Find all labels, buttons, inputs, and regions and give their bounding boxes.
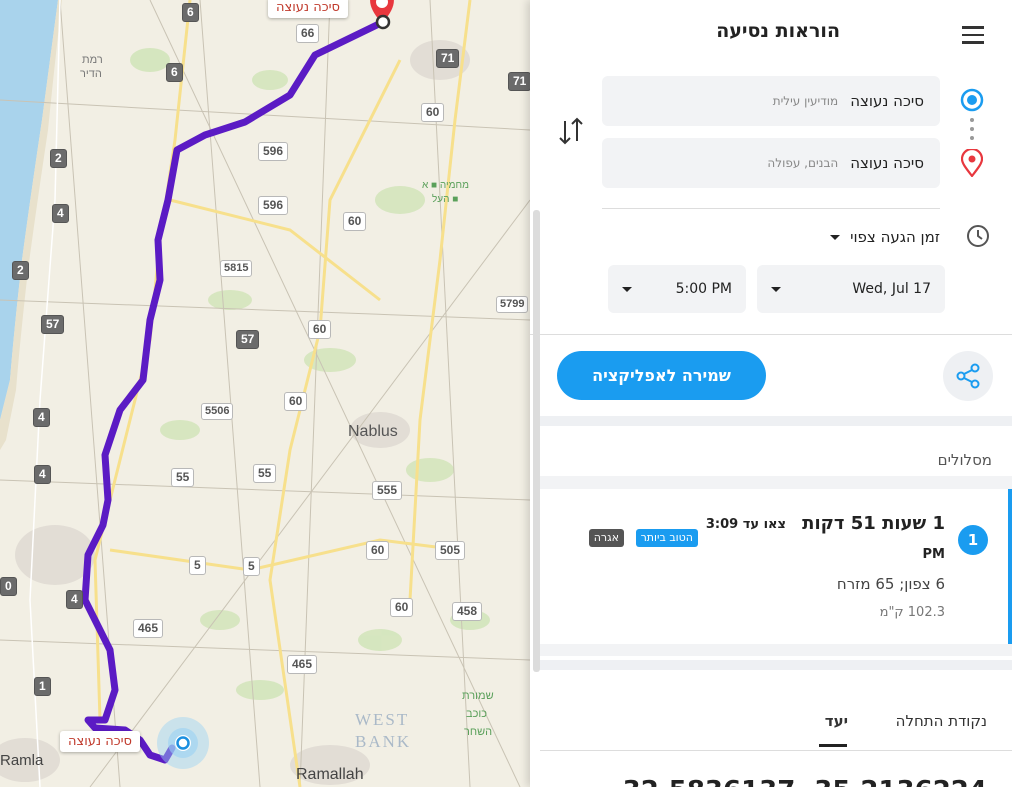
destination-field-value: סיכה נעוצה [850, 154, 924, 172]
road-shield: 5815 [220, 260, 253, 277]
city-label-ramla: Ramla [0, 752, 44, 769]
road-shield: 1 [34, 677, 51, 696]
road-shield: 55 [171, 468, 195, 487]
route-leave-by: צאו עד 3:09 [705, 517, 786, 532]
time-mode-select[interactable]: זמן הגעה צפוי [830, 228, 940, 246]
road-shield: 60 [366, 541, 390, 560]
origin-field-sub: מודיעין עילית [772, 94, 839, 108]
city-label-ramallah: Ramallah [296, 766, 364, 783]
share-button[interactable] [943, 351, 993, 401]
map-canvas [0, 0, 530, 787]
origin-marker-icon [960, 88, 984, 112]
directions-panel: הוראות נסיעה סיכה נעוצה מודיעין עילית סי… [530, 0, 1012, 787]
map-label: שמורת [462, 690, 494, 702]
city-label-nablus: Nablus [348, 423, 398, 440]
chevron-down-icon [622, 286, 632, 292]
road-shield: 60 [284, 392, 308, 411]
road-shield: 0 [0, 577, 17, 596]
connector-dots-icon [970, 118, 974, 140]
road-shield: 6 [182, 3, 199, 22]
clock-icon [967, 225, 989, 247]
save-to-app-button[interactable]: שמירה לאפליקציה [557, 351, 766, 400]
road-shield: 555 [372, 481, 403, 500]
section-separator [540, 660, 1012, 670]
section-separator [540, 416, 1012, 426]
road-shield: 465 [133, 619, 164, 638]
road-shield: 465 [287, 655, 318, 674]
map-label: הדיר [80, 68, 102, 80]
share-icon [956, 363, 980, 389]
time-mode-label: זמן הגעה צפוי [850, 228, 940, 246]
road-shield: 71 [436, 49, 460, 68]
route-via: 6 צפון; 65 מזרח [836, 575, 945, 593]
chevron-down-icon [771, 286, 781, 292]
road-shield: 2 [12, 261, 29, 280]
swap-icon[interactable] [556, 115, 586, 147]
menu-icon[interactable] [962, 26, 984, 44]
divider [530, 334, 1012, 335]
date-value: Wed, Jul 17 [852, 281, 931, 297]
destination-field-sub: הבנים, עפולה [767, 156, 839, 170]
route-card[interactable]: 1 1 שעות 51 דקות צאו עד 3:09 PM הטוב ביו… [540, 489, 1012, 644]
road-shield: 60 [390, 598, 414, 617]
road-shield: 71 [508, 72, 530, 91]
route-duration: 1 שעות 51 דקות [802, 513, 945, 534]
road-shield: 2 [50, 149, 67, 168]
time-select[interactable]: 5:00 PM [608, 265, 746, 313]
road-shield: 66 [296, 24, 320, 43]
panel-title: הוראות נסיעה [716, 20, 840, 42]
date-select[interactable]: Wed, Jul 17 [757, 265, 945, 313]
coordinates-text: 32.5836137, 35.2136224 [623, 776, 987, 787]
road-shield: 60 [421, 103, 445, 122]
map-label: כוכב [466, 708, 487, 720]
destination-marker-icon [961, 149, 983, 177]
destination-pin-label[interactable]: סיכה נעוצה [268, 0, 348, 18]
road-shield: 6 [166, 63, 183, 82]
tab-start-point[interactable]: נקודת התחלה [896, 712, 987, 730]
origin-field[interactable]: סיכה נעוצה מודיעין עילית [602, 76, 940, 126]
road-shield: 57 [236, 330, 260, 349]
map-label: העל ■ [432, 194, 459, 205]
chevron-down-icon [830, 234, 841, 240]
region-label-west: WEST [355, 710, 410, 729]
scrollbar[interactable] [533, 210, 540, 672]
road-shield: 5 [189, 556, 206, 575]
routes-heading: מסלולים [937, 451, 992, 469]
route-index-badge: 1 [958, 525, 988, 555]
road-shield: 596 [258, 142, 289, 161]
divider [540, 750, 1012, 751]
best-route-badge: הטוב ביותר [635, 529, 698, 547]
road-shield: 4 [66, 590, 83, 609]
road-shield: 57 [41, 315, 65, 334]
toll-badge: אגרה [588, 529, 624, 547]
road-shield: 5 [243, 557, 260, 576]
road-shield: 4 [52, 204, 69, 223]
route-leave-pm: PM [922, 547, 945, 562]
origin-pin-label[interactable]: סיכה נעוצה [60, 731, 140, 752]
map-label: השחר [464, 726, 493, 738]
road-shield: 60 [343, 212, 367, 231]
road-shield: 505 [435, 541, 466, 560]
time-value: 5:00 PM [675, 281, 732, 297]
road-shield: 4 [33, 408, 50, 427]
road-shield: 60 [308, 320, 332, 339]
road-shield: 596 [258, 196, 289, 215]
destination-field[interactable]: סיכה נעוצה הבנים, עפולה [602, 138, 940, 188]
road-shield: 55 [253, 464, 277, 483]
region-label-bank: BANK [355, 732, 412, 751]
road-shield: 458 [452, 602, 483, 621]
divider [602, 208, 940, 209]
road-shield: 4 [34, 465, 51, 484]
active-tab-indicator [819, 744, 847, 747]
map-label: רמת [82, 54, 103, 66]
map-label: מחמיה ■ א [422, 180, 469, 191]
tab-destination[interactable]: יעד [825, 712, 848, 730]
route-distance: 102.3 ק"מ [879, 605, 945, 620]
origin-field-value: סיכה נעוצה [850, 92, 924, 110]
road-shield: 5506 [201, 403, 234, 420]
road-shield: 5799 [496, 296, 529, 313]
map[interactable]: רמת הדיר מחמיה ■ א העל ■ Nablus WEST BAN… [0, 0, 530, 787]
